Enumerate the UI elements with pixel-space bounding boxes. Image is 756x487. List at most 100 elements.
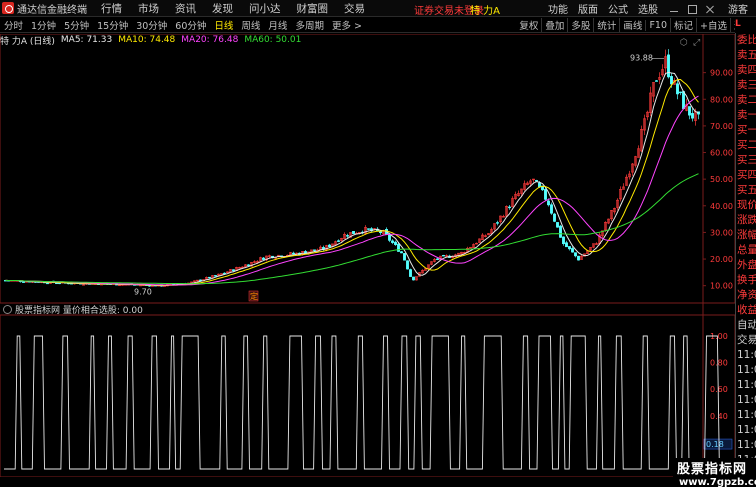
side-panel-item: 委比 <box>737 34 756 46</box>
side-panel-item: 现价 <box>737 199 756 211</box>
maximize-icon[interactable] <box>686 3 698 15</box>
candle-body <box>571 248 574 253</box>
ma5-line <box>5 71 699 287</box>
guest-user[interactable]: 游客 <box>728 1 748 16</box>
candle-body <box>214 275 217 277</box>
ma20-value: MA20: 76.48 <box>181 35 239 45</box>
period-5min[interactable]: 5分钟 <box>60 18 93 32</box>
tool-f10[interactable]: F10 <box>645 19 670 31</box>
menu-item-wealth-circle[interactable]: 财富圈 <box>297 1 329 16</box>
candle-body <box>313 249 316 251</box>
kline-chart[interactable]: 90.00 80.00 70.00 60.00 50.00 40.00 30.00 20.00… <box>0 34 735 477</box>
right-menu: 功能 版面 公式 选股 游客 <box>548 0 756 17</box>
tool-adjust[interactable]: 复权 <box>516 18 541 32</box>
candle-body <box>553 213 556 222</box>
candle-body <box>655 80 658 82</box>
candle-body <box>352 231 355 234</box>
app-title: 通达信金融终端 <box>17 4 87 16</box>
price-axis-label: 50.00 <box>710 175 733 184</box>
candle-body <box>682 91 685 110</box>
candle-body <box>328 244 331 248</box>
candle-body <box>409 269 412 277</box>
expand-icon: ⤢ <box>692 38 700 48</box>
side-panel-item: 交易 <box>737 334 756 346</box>
side-panel-item: 外盘 <box>737 259 756 271</box>
menu-item-market-quotes[interactable]: 行情 <box>101 1 122 16</box>
menu-item-layout[interactable]: 版面 <box>578 1 598 16</box>
candle-body <box>394 241 397 245</box>
period-30min[interactable]: 30分钟 <box>132 18 171 32</box>
period-60min[interactable]: 60分钟 <box>171 18 210 32</box>
side-panel-item: 卖四 <box>737 64 756 76</box>
watermark-title: 股票指标网 <box>677 462 748 477</box>
candle-body <box>565 242 568 248</box>
low-price-label: 9.70 <box>134 287 152 296</box>
candle-body <box>436 258 439 260</box>
candle-body <box>22 281 25 283</box>
tool-overlay[interactable]: 叠加 <box>541 18 567 32</box>
candle-body <box>550 204 553 214</box>
period-toolbar: 分时 1分钟 5分钟 15分钟 30分钟 60分钟 日线 周线 月线 多周期 更… <box>0 17 756 33</box>
candle-body <box>346 235 349 237</box>
candle-body <box>688 106 691 116</box>
tool-mark[interactable]: 标记 <box>670 18 696 32</box>
period-1min[interactable]: 1分钟 <box>27 18 60 32</box>
period-weekly[interactable]: 周线 <box>237 18 264 32</box>
candle-body <box>391 240 394 243</box>
menu-item-discover[interactable]: 发现 <box>212 1 233 16</box>
side-panel-item: 11:08 <box>737 409 756 421</box>
marker-label: 定 <box>250 291 258 301</box>
menu-item-stock-picker[interactable]: 选股 <box>638 1 658 16</box>
menu-item-news[interactable]: 资讯 <box>175 1 196 16</box>
indicator-title: 股票指标网 量价相合选股: 0.00 <box>15 305 143 316</box>
candle-body <box>679 91 682 94</box>
stock-name: 特 力A <box>470 6 501 17</box>
menu-item-ask[interactable]: 问小达 <box>249 1 281 16</box>
side-panel-item: 卖五 <box>737 49 756 61</box>
candle-body <box>556 222 559 228</box>
tool-statistics[interactable]: 统计 <box>593 18 619 32</box>
gear-icon[interactable] <box>3 304 12 314</box>
period-intraday[interactable]: 分时 <box>0 18 27 32</box>
candle-body <box>508 206 511 209</box>
candle-body <box>397 243 400 252</box>
period-more[interactable]: 更多 > <box>328 18 366 32</box>
candle-body <box>367 228 370 230</box>
candle-body <box>496 222 499 224</box>
app-logo-icon <box>2 2 14 14</box>
tool-add-watchlist[interactable]: +自选 <box>696 18 730 32</box>
candle-body <box>676 83 679 95</box>
menu-item-formula[interactable]: 公式 <box>608 1 628 16</box>
period-daily[interactable]: 日线 <box>210 18 237 32</box>
indicator-axis-label: 1.00 <box>710 332 728 341</box>
ma5-value: MA5: 71.33 <box>60 35 113 45</box>
ma60-line <box>5 173 699 285</box>
candle-body <box>568 246 571 250</box>
tool-multi-stock[interactable]: 多股 <box>567 18 593 32</box>
period-monthly[interactable]: 月线 <box>264 18 291 32</box>
candle-body <box>574 252 577 257</box>
tool-draw-line[interactable]: 画线 <box>619 18 645 32</box>
price-axis-label: 80.00 <box>710 95 733 104</box>
side-panel-item: 买五 <box>737 184 756 196</box>
level-badge: L <box>735 18 756 33</box>
quote-side-panel: 委比 卖五 卖四 卖三 卖二 卖一 买一 买二 买三 买四 买五 现价 涨跌 涨幅 总量 外盘 换手 净资 收益 自动… <box>735 33 756 487</box>
candle-body <box>46 282 49 285</box>
price-axis-label: 20.00 <box>710 255 733 264</box>
side-panel-item: 11:08 <box>737 439 756 451</box>
menu-item-functions[interactable]: 功能 <box>548 1 568 16</box>
app-logo: 通达信金融终端 <box>0 0 101 17</box>
candle-body <box>544 189 547 200</box>
minimize-icon[interactable] <box>668 3 680 15</box>
price-axis-label: 40.00 <box>710 202 733 211</box>
menu-item-trade[interactable]: 交易 <box>344 1 365 16</box>
side-panel-item: 自动 <box>737 319 756 331</box>
candle-body <box>562 236 565 245</box>
candle-body <box>577 255 580 261</box>
close-icon[interactable] <box>704 3 716 15</box>
period-multi[interactable]: 多周期 <box>291 18 328 32</box>
indicator-current-value: 0.18 <box>706 440 724 449</box>
period-15min[interactable]: 15分钟 <box>93 18 132 32</box>
candle-body <box>559 225 562 238</box>
menu-item-market[interactable]: 市场 <box>138 1 159 16</box>
